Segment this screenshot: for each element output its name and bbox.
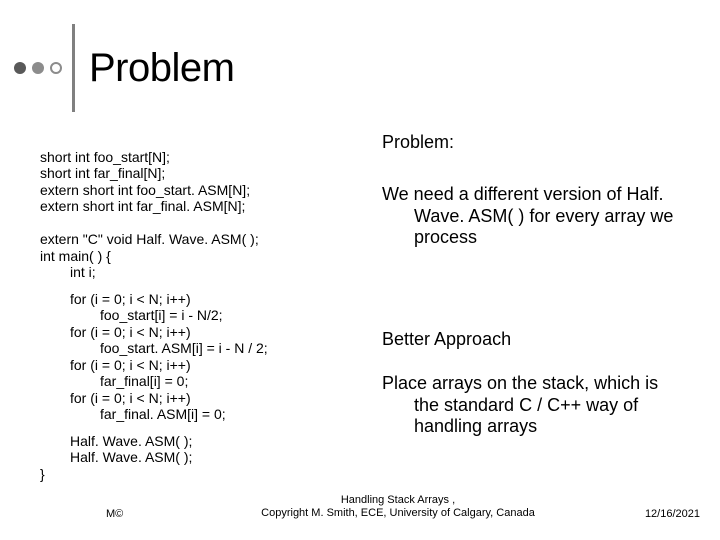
footer-line2: Copyright M. Smith, ECE, University of C… [186,507,610,520]
approach-heading: Better Approach [382,329,682,350]
footer-center: Handling Stack Arrays , Copyright M. Smi… [186,494,610,520]
code-declarations: short int foo_start[N]; short int far_fi… [40,132,360,281]
code-line: for (i = 0; i < N; i++) [40,291,191,307]
slide-title: Problem [89,46,234,91]
code-line: for (i = 0; i < N; i++) [40,324,191,340]
bullet-mid-icon [32,62,44,74]
footer: M© Handling Stack Arrays , Copyright M. … [0,494,720,520]
footer-left: M© [106,508,186,520]
code-line: int i; [40,264,96,280]
code-line: extern "C" void Half. Wave. ASM( ); [40,231,259,247]
bullet-outline-icon [50,62,62,74]
code-line: } [40,466,45,482]
title-bullets [14,62,62,74]
content-area: short int foo_start[N]; short int far_fi… [0,112,720,482]
title-divider-icon [72,24,75,112]
title-bar: Problem [0,0,720,112]
code-line: foo_start. ASM[i] = i - N / 2; [40,340,268,356]
code-line: Half. Wave. ASM( ); [40,433,192,449]
problem-heading: Problem: [382,132,682,153]
code-calls: Half. Wave. ASM( ); Half. Wave. ASM( ); … [40,433,360,483]
bullet-dark-icon [14,62,26,74]
code-line: extern short int far_final. ASM[N]; [40,198,245,214]
footer-date: 12/16/2021 [610,508,700,520]
code-line: Half. Wave. ASM( ); [40,449,192,465]
code-line: short int far_final[N]; [40,165,165,181]
code-loops: for (i = 0; i < N; i++) foo_start[i] = i… [40,291,360,423]
code-line: int main( ) { [40,248,111,264]
code-line: short int foo_start[N]; [40,149,170,165]
code-line: for (i = 0; i < N; i++) [40,357,191,373]
right-column: Problem: We need a different version of … [382,132,682,482]
code-line: far_final[i] = 0; [40,373,188,389]
footer-line1: Handling Stack Arrays , [186,494,610,507]
problem-text: We need a different version of Half. Wav… [382,184,682,249]
code-line: far_final. ASM[i] = 0; [40,406,226,422]
left-column: short int foo_start[N]; short int far_fi… [40,132,360,482]
approach-text: Place arrays on the stack, which is the … [382,373,682,438]
code-line: for (i = 0; i < N; i++) [40,390,191,406]
code-line: foo_start[i] = i - N/2; [40,307,223,323]
code-line: extern short int foo_start. ASM[N]; [40,182,250,198]
